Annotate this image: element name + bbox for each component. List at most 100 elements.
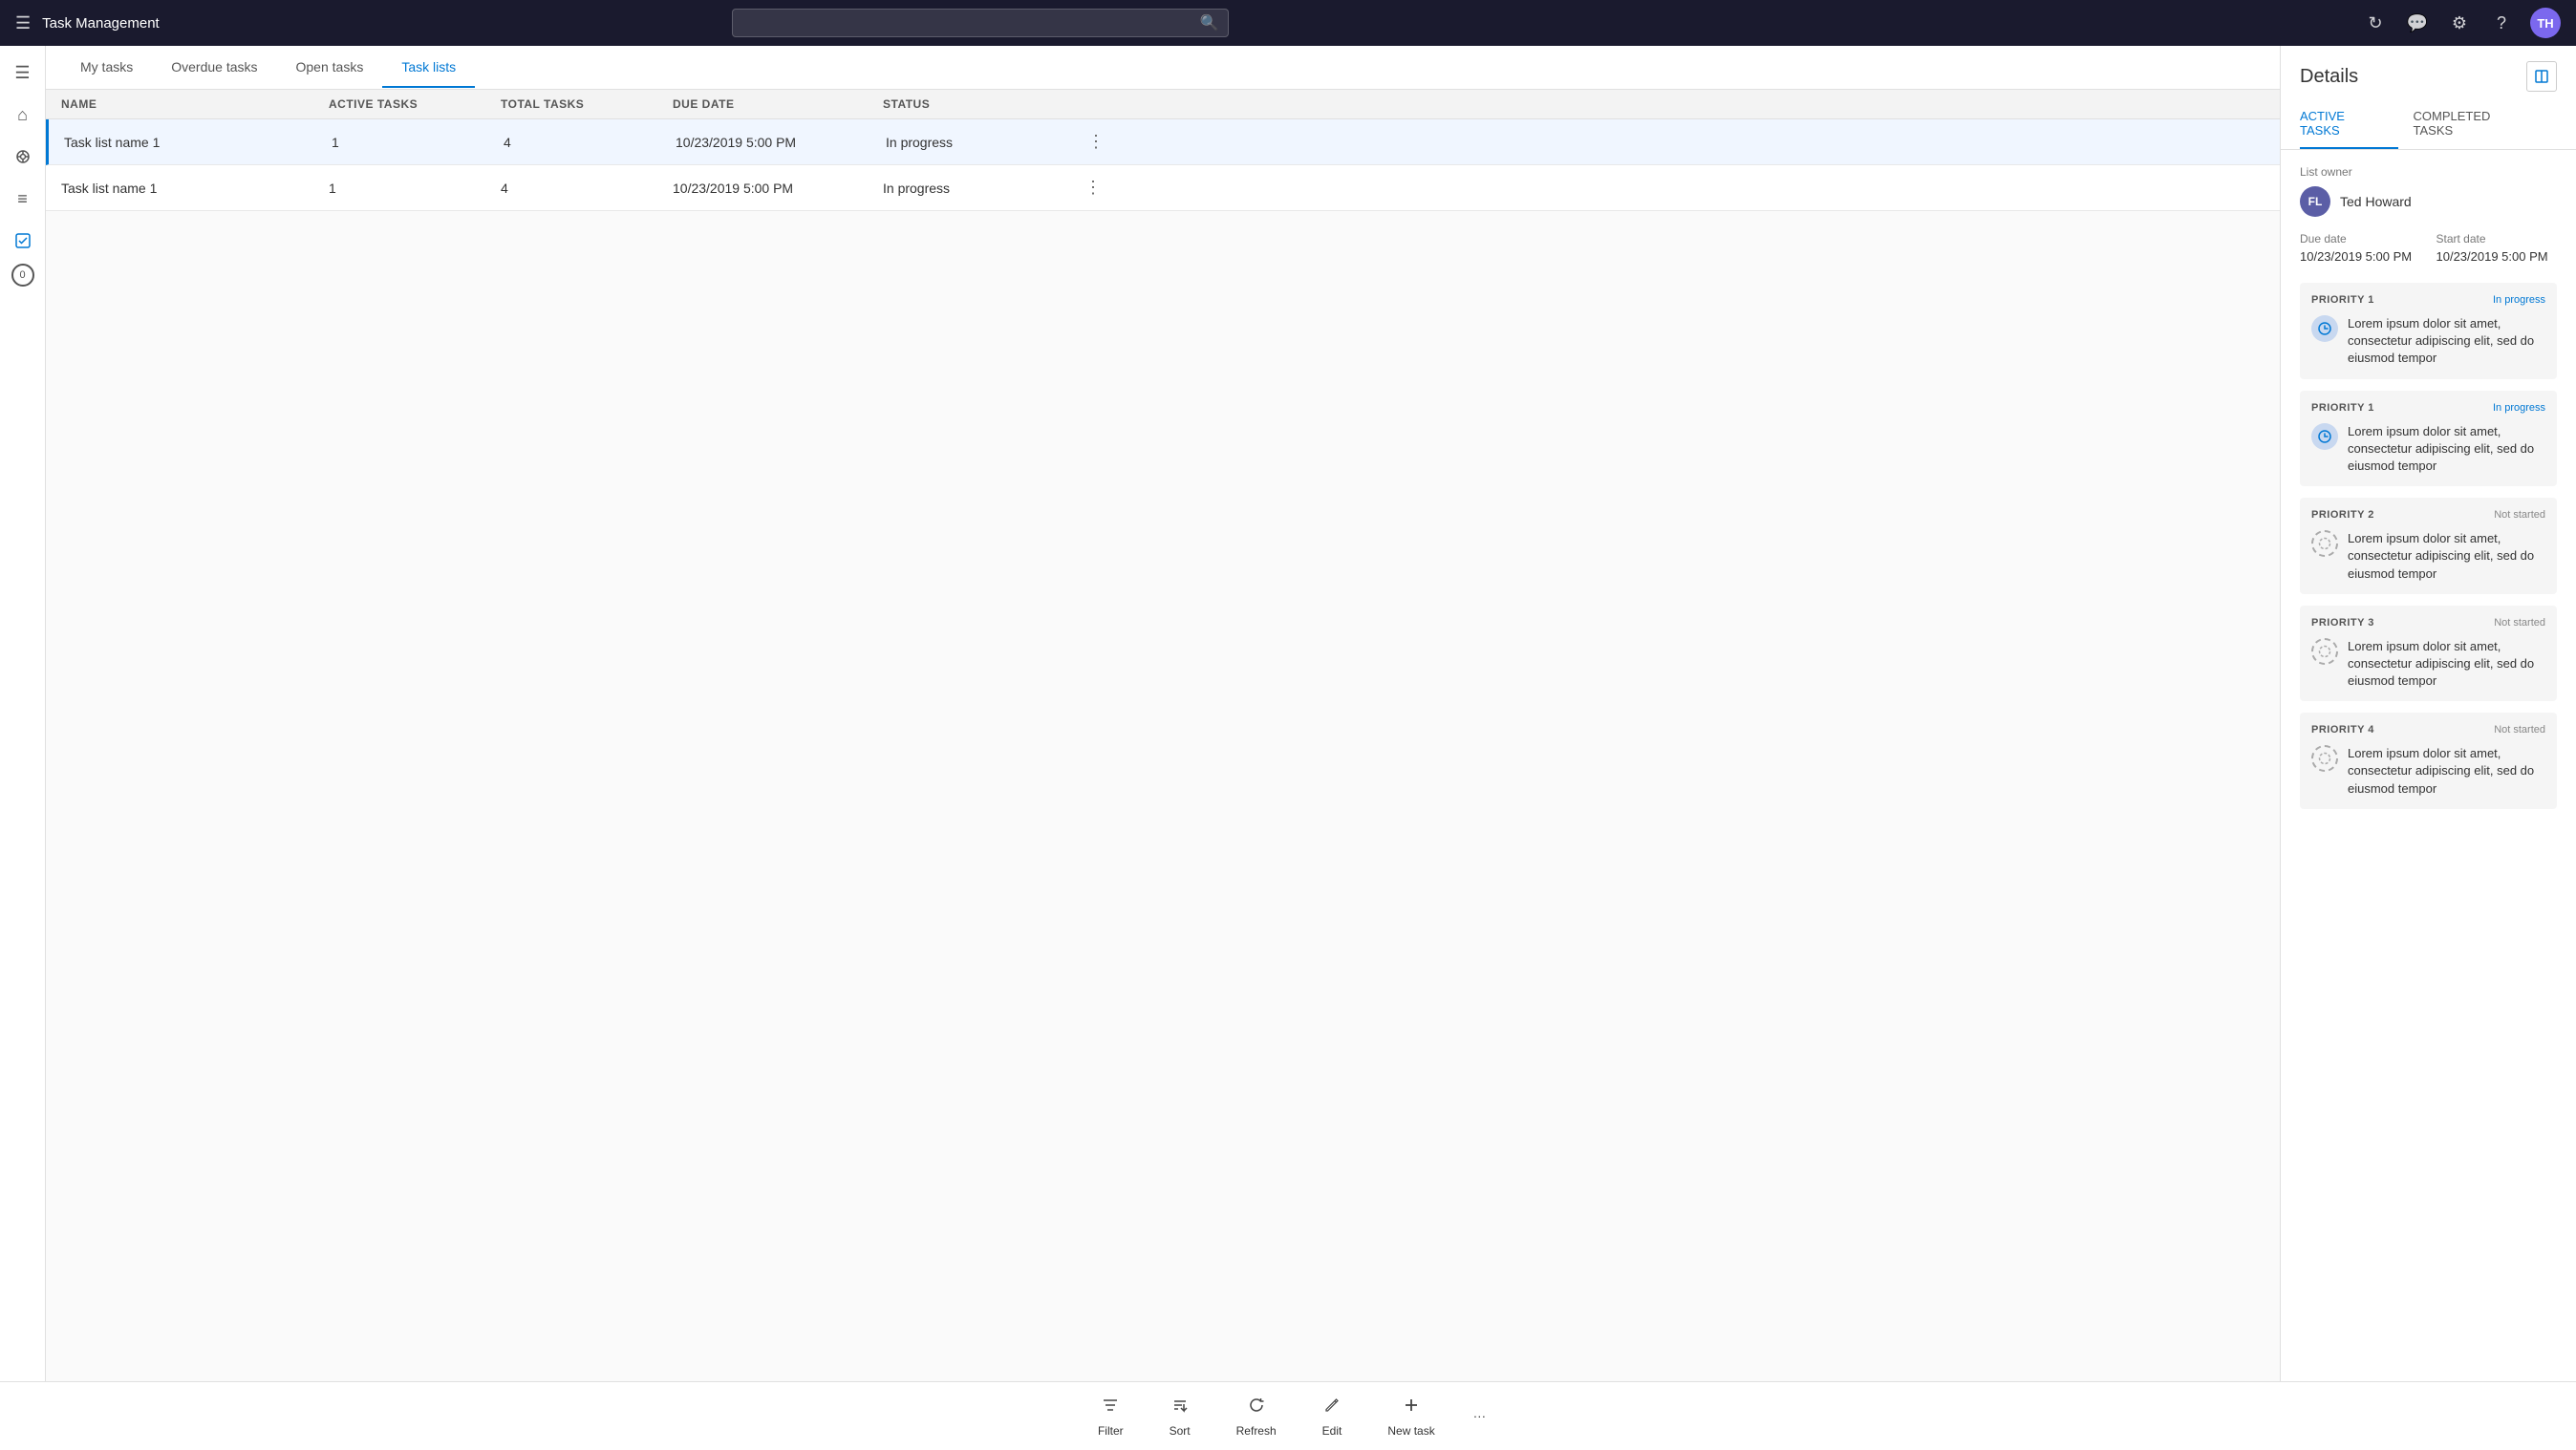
filter-button[interactable]: Filter (1075, 1388, 1147, 1445)
cell-active-1: 1 (332, 131, 504, 154)
task-status-4: Not started (2494, 617, 2545, 629)
edit-icon (1322, 1396, 1342, 1420)
col-total-tasks: TOTAL TASKS (501, 97, 673, 111)
task-icon-2 (2311, 423, 2338, 450)
sort-icon (1170, 1396, 1190, 1420)
cell-total-2: 4 (501, 177, 673, 200)
refresh-toolbar-icon (1247, 1396, 1266, 1420)
cell-total-1: 4 (504, 131, 676, 154)
cell-name-1: Task list name 1 (64, 131, 332, 154)
col-name: NAME (61, 97, 329, 111)
task-priority-3: PRIORITY 2 (2311, 509, 2374, 521)
owner-name: Ted Howard (2340, 194, 2412, 209)
top-nav-icons: ↻ 💬 ⚙ ? TH (2362, 8, 2561, 38)
task-card-3[interactable]: PRIORITY 2 Not started Lorem ipsum dolor… (2300, 498, 2557, 594)
start-date-value: 10/23/2019 5:00 PM (2436, 249, 2558, 264)
tab-active-tasks[interactable]: ACTIVE TASKS (2300, 99, 2398, 149)
task-priority-5: PRIORITY 4 (2311, 724, 2374, 736)
details-title: Details (2300, 66, 2358, 88)
top-navigation: ☰ Task Management 🔍 ↻ 💬 ⚙ ? TH (0, 0, 2576, 46)
start-date-item: Start date 10/23/2019 5:00 PM (2436, 232, 2558, 264)
list-owner-info: FL Ted Howard (2300, 186, 2557, 217)
details-tabs: ACTIVE TASKS COMPLETED TASKS (2281, 99, 2576, 150)
search-container: 🔍 (732, 9, 1229, 37)
more-button[interactable]: ··· (1458, 1401, 1501, 1431)
search-input[interactable] (732, 9, 1229, 37)
sidebar-badge[interactable]: 0 (11, 264, 34, 287)
search-icon: 🔍 (1200, 13, 1219, 32)
refresh-label: Refresh (1236, 1424, 1277, 1438)
tab-overdue-tasks[interactable]: Overdue tasks (152, 48, 276, 88)
table-row[interactable]: Task list name 1 1 4 10/23/2019 5:00 PM … (46, 119, 2280, 165)
sub-navigation: My tasks Overdue tasks Open tasks Task l… (46, 46, 2280, 90)
cell-status-2: In progress (883, 177, 1074, 200)
task-status-5: Not started (2494, 724, 2545, 736)
app-title: Task Management (42, 15, 160, 32)
task-text-3: Lorem ipsum dolor sit amet, consectetur … (2348, 530, 2545, 583)
task-icon-3 (2311, 530, 2338, 557)
sidebar-item-tasks[interactable] (4, 222, 42, 260)
col-status: STATUS (883, 97, 1074, 111)
task-priority-4: PRIORITY 3 (2311, 617, 2374, 629)
col-active-tasks: ACTIVE TASKS (329, 97, 501, 111)
new-task-button[interactable]: New task (1364, 1388, 1457, 1445)
hamburger-menu-icon[interactable]: ☰ (15, 13, 31, 33)
tab-completed-tasks[interactable]: COMPLETED TASKS (2414, 99, 2542, 149)
task-icon-4 (2311, 638, 2338, 665)
task-status-3: Not started (2494, 509, 2545, 521)
cell-due-1: 10/23/2019 5:00 PM (676, 131, 886, 154)
left-sidebar: ☰ ⌂ ≡ 0 (0, 46, 46, 1381)
due-date-value: 10/23/2019 5:00 PM (2300, 249, 2421, 264)
table-row[interactable]: Task list name 1 1 4 10/23/2019 5:00 PM … (46, 165, 2280, 211)
col-actions (1074, 97, 1112, 111)
filter-icon (1101, 1396, 1120, 1420)
cell-name-2: Task list name 1 (61, 177, 329, 200)
task-list-table: NAME ACTIVE TASKS TOTAL TASKS DUE DATE S… (46, 90, 2280, 1381)
task-card-2[interactable]: PRIORITY 1 In progress Lorem ipsum dolor… (2300, 391, 2557, 487)
refresh-button[interactable]: Refresh (1213, 1388, 1299, 1445)
cell-active-2: 1 (329, 177, 501, 200)
tab-my-tasks[interactable]: My tasks (61, 48, 152, 88)
owner-avatar: FL (2300, 186, 2330, 217)
list-owner-label: List owner (2300, 165, 2557, 179)
task-icon-1 (2311, 315, 2338, 342)
new-task-label: New task (1387, 1424, 1434, 1438)
edit-button[interactable]: Edit (1299, 1388, 1365, 1445)
task-card-1[interactable]: PRIORITY 1 In progress Lorem ipsum dolor… (2300, 283, 2557, 379)
sidebar-item-home[interactable]: ⌂ (4, 96, 42, 134)
details-panel-body: List owner FL Ted Howard Due date 10/23/… (2281, 150, 2576, 1381)
row-more-button-1[interactable]: ⋮ (1077, 128, 1115, 156)
task-text-5: Lorem ipsum dolor sit amet, consectetur … (2348, 745, 2545, 798)
sidebar-item-apps[interactable] (4, 138, 42, 176)
settings-icon[interactable]: ⚙ (2446, 10, 2473, 36)
details-panel: Details ACTIVE TASKS COMPLETED TASKS Lis… (2280, 46, 2576, 1381)
task-card-5[interactable]: PRIORITY 4 Not started Lorem ipsum dolor… (2300, 713, 2557, 809)
dates-row: Due date 10/23/2019 5:00 PM Start date 1… (2300, 232, 2557, 264)
main-layout: ☰ ⌂ ≡ 0 My tasks Overdu (0, 46, 2576, 1381)
task-icon-5 (2311, 745, 2338, 772)
task-card-4[interactable]: PRIORITY 3 Not started Lorem ipsum dolor… (2300, 606, 2557, 702)
tab-task-lists[interactable]: Task lists (382, 48, 475, 88)
bottom-toolbar: Filter Sort Refresh (0, 1381, 2576, 1450)
avatar[interactable]: TH (2530, 8, 2561, 38)
sort-label: Sort (1170, 1424, 1191, 1438)
sidebar-item-list[interactable]: ≡ (4, 180, 42, 218)
tab-open-tasks[interactable]: Open tasks (277, 48, 383, 88)
help-icon[interactable]: ? (2488, 10, 2515, 36)
task-text-2: Lorem ipsum dolor sit amet, consectetur … (2348, 423, 2545, 476)
expand-panel-button[interactable] (2526, 61, 2557, 92)
task-priority-1: PRIORITY 1 (2311, 294, 2374, 306)
task-text-1: Lorem ipsum dolor sit amet, consectetur … (2348, 315, 2545, 368)
due-date-label: Due date (2300, 232, 2421, 245)
sidebar-item-menu[interactable]: ☰ (4, 53, 42, 92)
edit-label: Edit (1322, 1424, 1342, 1438)
table-header: NAME ACTIVE TASKS TOTAL TASKS DUE DATE S… (46, 90, 2280, 119)
row-more-button-2[interactable]: ⋮ (1074, 174, 1112, 202)
chat-icon[interactable]: 💬 (2404, 10, 2431, 36)
task-text-4: Lorem ipsum dolor sit amet, consectetur … (2348, 638, 2545, 691)
new-task-icon (1402, 1396, 1421, 1420)
task-status-1: In progress (2493, 294, 2545, 306)
refresh-icon[interactable]: ↻ (2362, 10, 2389, 36)
sort-button[interactable]: Sort (1147, 1388, 1213, 1445)
more-icon: ··· (1473, 1409, 1486, 1423)
